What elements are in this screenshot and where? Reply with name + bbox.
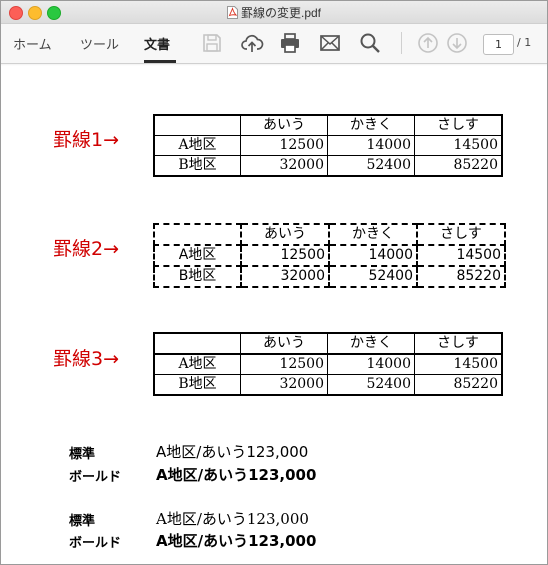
table-header-cell: あいう xyxy=(240,114,328,136)
table-cell: 14500 xyxy=(414,135,503,156)
table-row: B地区 32000 52400 85220 xyxy=(153,155,503,177)
title-bar: 罫線の変更.pdf xyxy=(1,1,547,24)
font-label-regular-serif: 標準 xyxy=(69,514,96,529)
row-label-cell: A地区 xyxy=(153,353,241,375)
upload-cloud-icon[interactable] xyxy=(240,31,264,55)
page-total: / 1 xyxy=(517,36,532,49)
table-cell: 14000 xyxy=(327,353,415,375)
table-cell: 14000 xyxy=(328,244,418,267)
font-label-bold-sans: ボールド xyxy=(69,470,122,485)
toolbar-separator xyxy=(401,32,402,54)
row-label-cell: A地区 xyxy=(153,244,242,267)
table-border-2: あいう かきく さしす A地区 12500 14000 14500 B地区 32… xyxy=(153,223,506,288)
row-label-cell: B地区 xyxy=(153,374,241,396)
pdf-window: 罫線の変更.pdf ホーム ツール 文書 1 / 1 罫線1→ あいう かきく … xyxy=(0,0,548,565)
table-cell: 85220 xyxy=(414,374,503,396)
table-border-1: あいう かきく さしす A地区 12500 14000 14500 B地区 32… xyxy=(153,114,503,177)
arrow-down-icon[interactable] xyxy=(445,31,469,55)
table-cell: 14500 xyxy=(416,244,506,267)
table-row: A地区 12500 14000 14500 xyxy=(153,244,506,267)
row-label-cell: B地区 xyxy=(153,155,241,177)
row-label-cell: B地区 xyxy=(153,265,242,288)
table-header-row: あいう かきく さしす xyxy=(153,223,506,246)
table-cell: 32000 xyxy=(240,374,328,396)
font-sample-regular-sans: A地区/あいう123,000 xyxy=(156,443,309,461)
table-header-cell: あいう xyxy=(240,332,328,355)
font-sample-bold-sans-2: A地区/あいう123,000 xyxy=(156,532,317,550)
toolbar-shadow xyxy=(1,63,547,66)
table-header-cell: かきく xyxy=(327,114,415,136)
label-border-2: 罫線2→ xyxy=(53,238,120,260)
tab-tools[interactable]: ツール xyxy=(80,34,119,53)
font-sample-bold-sans: A地区/あいう123,000 xyxy=(156,466,317,484)
label-border-3: 罫線3→ xyxy=(53,348,120,370)
table-cell: 14500 xyxy=(414,353,503,375)
table-cell: 52400 xyxy=(327,155,415,177)
table-cell: 85220 xyxy=(416,265,506,288)
table-header-cell: さしす xyxy=(416,223,506,246)
table-cell: 12500 xyxy=(240,353,328,375)
window-title: 罫線の変更.pdf xyxy=(1,4,547,21)
table-header-cell: さしす xyxy=(414,332,503,355)
table-row: A地区 12500 14000 14500 xyxy=(153,353,503,375)
table-header-row: あいう かきく さしす xyxy=(153,332,503,355)
table-header-cell xyxy=(153,332,241,355)
table-row: B地区 32000 52400 85220 xyxy=(153,374,503,396)
table-header-cell xyxy=(153,223,242,246)
row-label-cell: A地区 xyxy=(153,135,241,156)
table-header-row: あいう かきく さしす xyxy=(153,114,503,136)
table-header-cell: かきく xyxy=(328,223,418,246)
toolbar: ホーム ツール 文書 1 / 1 xyxy=(1,24,547,64)
font-sample-regular-serif: A地区/あいう123,000 xyxy=(156,510,309,528)
tab-document[interactable]: 文書 xyxy=(144,34,170,53)
table-row: A地区 12500 14000 14500 xyxy=(153,135,503,156)
page-number-input[interactable]: 1 xyxy=(483,34,514,55)
table-cell: 32000 xyxy=(240,265,330,288)
font-label-regular-sans: 標準 xyxy=(69,447,96,462)
table-cell: 52400 xyxy=(328,265,418,288)
mail-icon[interactable] xyxy=(318,31,342,55)
table-header-cell: あいう xyxy=(240,223,330,246)
table-cell: 14000 xyxy=(327,135,415,156)
tab-home[interactable]: ホーム xyxy=(13,34,52,53)
table-cell: 12500 xyxy=(240,244,330,267)
pdf-file-icon xyxy=(226,6,238,19)
table-header-cell: さしす xyxy=(414,114,503,136)
label-border-1: 罫線1→ xyxy=(53,129,120,151)
search-icon[interactable] xyxy=(358,31,382,55)
save-icon[interactable] xyxy=(200,31,224,55)
font-label-bold-serif: ボールド xyxy=(69,536,122,551)
print-icon[interactable] xyxy=(278,31,302,55)
table-cell: 85220 xyxy=(414,155,503,177)
table-border-3: あいう かきく さしす A地区 12500 14000 14500 B地区 32… xyxy=(153,332,503,396)
window-title-text: 罫線の変更.pdf xyxy=(240,6,322,20)
table-row: B地区 32000 52400 85220 xyxy=(153,265,506,288)
table-cell: 52400 xyxy=(327,374,415,396)
table-cell: 32000 xyxy=(240,155,328,177)
arrow-up-icon[interactable] xyxy=(416,31,440,55)
table-header-cell: かきく xyxy=(327,332,415,355)
table-header-cell xyxy=(153,114,241,136)
table-cell: 12500 xyxy=(240,135,328,156)
